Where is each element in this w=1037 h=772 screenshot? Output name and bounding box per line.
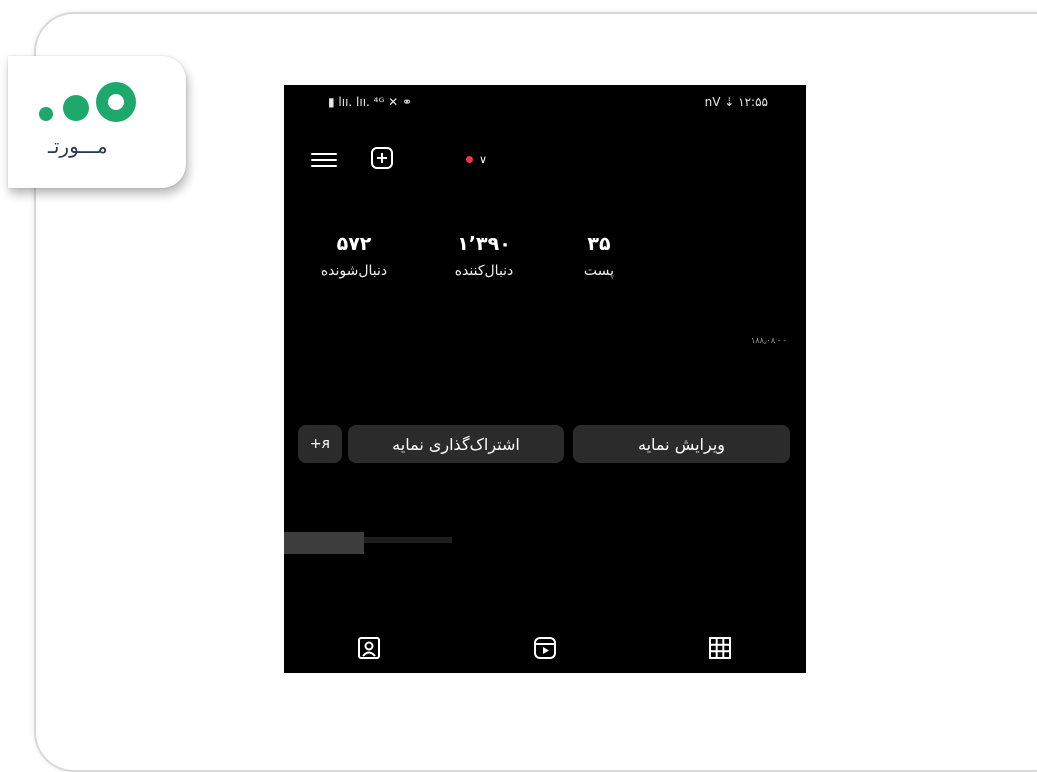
menu-icon[interactable] [311,149,337,171]
create-icon[interactable] [371,147,393,169]
reels-icon[interactable] [532,635,558,661]
notification-dot-icon [466,156,473,163]
grid-icon[interactable] [707,635,733,661]
stat-label: پست [583,263,615,279]
status-left-icons: ▮ lıı. lıı. ⁴ᴳ ✕ ⚭ [328,95,413,109]
edit-profile-button[interactable]: ویرایش نمایه [573,425,790,463]
chevron-down-icon: ∨ [479,153,488,166]
profile-tabs [284,625,806,673]
stat-value: ۱٬۳۹۰ [457,233,511,255]
highlight-bar-fill [284,532,364,554]
stat-value: ۵۷۲ [336,233,372,255]
brand-logo-icon [39,82,136,122]
status-time: nV ⇣ ۱۲:۵۵ [704,95,768,109]
bio-faint-text: ۱۸۸٫۰۸ - - [751,336,786,345]
stat-label: دنبال‌شونده [320,263,388,279]
status-bar: ▮ lıı. lıı. ⁴ᴳ ✕ ⚭ nV ⇣ ۱۲:۵۵ [284,95,806,111]
brand-logo-badge: مـــورتـ [8,56,186,188]
stat-label: دنبال‌کننده [454,263,514,279]
tagged-icon[interactable] [356,635,382,661]
stat-value: ۳۵ [587,233,611,255]
stat-followers[interactable]: ۱٬۳۹۰ دنبال‌کننده [434,233,534,279]
add-person-button[interactable]: +ᴙ [298,425,342,463]
stat-following[interactable]: ۵۷۲ دنبال‌شونده [304,233,404,279]
account-switcher[interactable]: ∨ [466,153,487,166]
share-profile-button[interactable]: اشتراک‌گذاری نمایه [348,425,564,463]
brand-logo-text: مـــورتـ [48,134,108,158]
stat-posts[interactable]: ۳۵ پست [549,233,649,279]
phone-screen: ▮ lıı. lıı. ⁴ᴳ ✕ ⚭ nV ⇣ ۱۲:۵۵ ∨ ۵۷۲ دنبا… [284,85,806,673]
top-bar: ∨ [284,145,806,175]
